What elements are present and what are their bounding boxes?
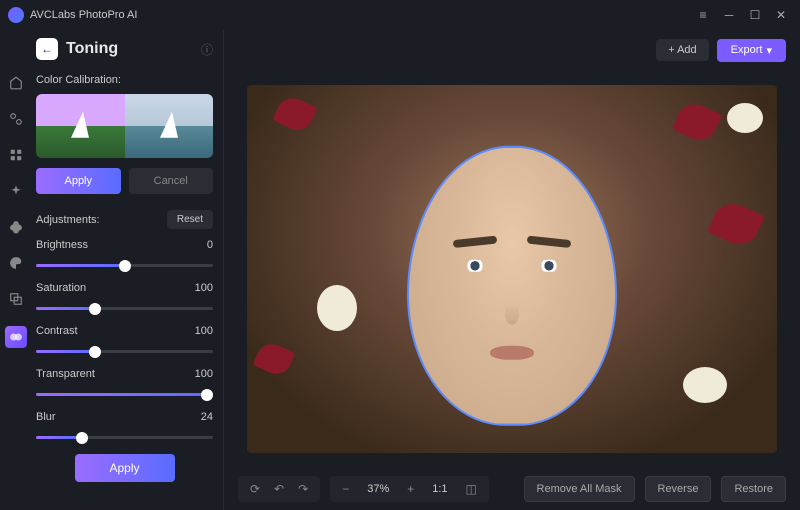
blur-label: Blur — [36, 411, 56, 423]
refresh-icon[interactable]: ⟳ — [250, 482, 260, 496]
image-canvas[interactable] — [247, 85, 777, 453]
reset-button[interactable]: Reset — [167, 210, 213, 229]
calibration-preview[interactable] — [36, 94, 213, 158]
add-button[interactable]: + Add — [656, 39, 708, 61]
saturation-slider[interactable] — [36, 307, 213, 310]
chevron-down-icon: ▾ — [766, 44, 772, 57]
side-panel: ← Toning ⓘ Color Calibration: Apply Canc… — [32, 30, 224, 510]
saturation-value: 100 — [195, 282, 213, 294]
app-name: AVCLabs PhotoPro AI — [30, 9, 137, 21]
tool-iconbar — [0, 30, 32, 510]
titlebar: AVCLabs PhotoPro AI ≡ ─ ☐ ✕ — [0, 0, 800, 30]
panel-title: Toning — [66, 40, 118, 58]
close-button[interactable]: ✕ — [770, 4, 792, 26]
menu-icon[interactable]: ≡ — [692, 4, 714, 26]
cancel-calibration-button[interactable]: Cancel — [129, 168, 214, 194]
compare-icon[interactable]: ◫ — [466, 482, 477, 496]
blur-value: 24 — [201, 411, 213, 423]
calibration-after-thumb — [125, 94, 214, 158]
back-button[interactable]: ← — [36, 38, 58, 60]
export-button[interactable]: Export▾ — [717, 39, 786, 62]
undo-icon[interactable]: ↶ — [274, 482, 284, 496]
resize-icon[interactable] — [7, 290, 25, 308]
minimize-button[interactable]: ─ — [718, 4, 740, 26]
zoom-level: 37% — [363, 483, 393, 495]
adjustments-label: Adjustments: — [36, 214, 100, 226]
enhance-icon[interactable] — [7, 146, 25, 164]
contrast-label: Contrast — [36, 325, 78, 337]
restore-button[interactable]: Restore — [721, 476, 786, 502]
ratio-button[interactable]: 1:1 — [428, 483, 451, 495]
remove-mask-button[interactable]: Remove All Mask — [524, 476, 635, 502]
saturation-label: Saturation — [36, 282, 86, 294]
mask-outline[interactable] — [407, 146, 617, 426]
transparent-label: Transparent — [36, 368, 95, 380]
calibration-label: Color Calibration: — [36, 74, 213, 86]
transparent-slider[interactable] — [36, 393, 213, 396]
contrast-value: 100 — [195, 325, 213, 337]
toning-icon[interactable] — [5, 326, 27, 348]
transparent-value: 100 — [195, 368, 213, 380]
apply-adjustments-button[interactable]: Apply — [75, 454, 175, 482]
effects-icon[interactable] — [7, 218, 25, 236]
magic-icon[interactable] — [7, 182, 25, 200]
redo-icon[interactable]: ↷ — [298, 482, 308, 496]
brightness-slider[interactable] — [36, 264, 213, 267]
crop-icon[interactable] — [7, 110, 25, 128]
app-logo-icon — [8, 7, 24, 23]
home-icon[interactable] — [7, 74, 25, 92]
brightness-label: Brightness — [36, 239, 88, 251]
maximize-button[interactable]: ☐ — [744, 4, 766, 26]
zoom-in-button[interactable]: + — [407, 482, 414, 496]
color-icon[interactable] — [7, 254, 25, 272]
blur-slider[interactable] — [36, 436, 213, 439]
contrast-slider[interactable] — [36, 350, 213, 353]
calibration-before-thumb — [36, 94, 125, 158]
reverse-button[interactable]: Reverse — [645, 476, 712, 502]
brightness-value: 0 — [207, 239, 213, 251]
zoom-out-button[interactable]: − — [342, 482, 349, 496]
apply-calibration-button[interactable]: Apply — [36, 168, 121, 194]
info-icon[interactable]: ⓘ — [201, 41, 213, 58]
